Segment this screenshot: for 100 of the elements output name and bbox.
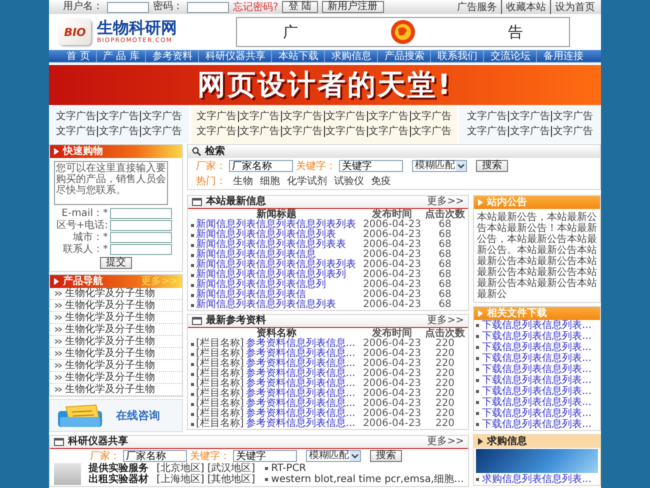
category-link[interactable]: 生物化学及分子生物 [65,312,155,323]
news-link[interactable]: 新闻信息列表信息列表信息列表表 [196,240,346,250]
category-link[interactable]: 生物化学及分子生物 [65,384,155,395]
top-link[interactable]: 广告服务 [457,0,497,14]
more-link[interactable]: 更多>> [427,196,464,208]
more-link[interactable]: 更多>> [427,315,464,327]
hot-keyword-link[interactable]: 细胞 [260,176,280,187]
nav-link[interactable]: 产品搜索 [377,50,430,62]
reference-link[interactable]: 参考资料信息列表信息... [246,379,356,389]
news-link[interactable]: 新闻信息列表信息列表信息列表 [196,230,336,240]
top-link[interactable]: 设为首页 [550,0,595,14]
reference-link[interactable]: 参考资料信息列表信息... [246,409,356,419]
text-ad-link[interactable]: 文字广告 [410,111,452,122]
category-link[interactable]: 生物化学及分子生物 [65,288,155,299]
nav-link[interactable]: 首 页 [60,50,96,62]
news-link[interactable]: 新闻信息列表信息列表信息列 [196,280,326,290]
submit-button[interactable]: 提交 [100,257,132,269]
login-button[interactable]: 登 陆 [282,1,318,13]
text-ad-link[interactable]: 文字广告 [140,111,183,122]
text-ad-link[interactable]: 文字广告 [366,111,410,122]
news-link[interactable]: 新闻信息列表信息列表信息列表 [196,300,336,310]
region-link[interactable]: [北京地区] [156,463,204,474]
news-link[interactable]: 新闻信息列表信息列表信息列表列表 [196,260,356,270]
nav-link[interactable]: 求购信息 [324,50,378,62]
reference-link[interactable]: 参考资料信息列表信息... [246,339,356,349]
reference-link[interactable]: 参考资料信息列表信息... [246,399,356,409]
more-link[interactable]: 更多>> [427,436,464,448]
category-link[interactable]: 生物化学及分子生物 [65,348,155,359]
news-link[interactable]: 新闻信息列表信息列表信息列表列表 [196,220,356,230]
category-link[interactable]: 生物化学及分子生物 [65,336,155,347]
news-link[interactable]: 新闻信息列表信息列表信 [196,290,306,300]
nav-link[interactable]: 科研仪器共享 [198,50,272,62]
text-ad-link[interactable]: 文字广告 [140,126,183,137]
reference-link[interactable]: 参考资料信息列表信息... [246,369,356,379]
instrument-link[interactable]: RT-PCR [271,463,306,474]
text-ad-link[interactable]: 文字广告 [55,126,97,137]
password-field[interactable] [187,2,229,12]
region-link[interactable]: [上海地区] [156,474,204,485]
hot-keyword-link[interactable]: 生物 [233,176,253,187]
input-field[interactable] [110,220,172,231]
nav-link[interactable]: 联系我们 [430,50,484,62]
reference-link[interactable]: 参考资料信息列表信息... [246,349,356,359]
news-link[interactable]: 新闻信息列表信息列表信息列表列 [196,270,346,280]
input-field[interactable] [110,244,172,255]
text-ad-link[interactable]: 文字广告 [280,111,324,122]
input-field[interactable] [110,208,172,219]
region-link[interactable]: [其他地区] [207,474,256,485]
nav-link[interactable]: 备用连接 [536,50,590,62]
top-link[interactable]: 收藏本站 [501,0,546,14]
category-link[interactable]: 生物化学及分子生物 [65,372,155,383]
download-link[interactable]: 下载信息列表信息列表... [482,332,592,342]
text-ad-link[interactable]: 文字广告 [97,126,140,137]
nav-link[interactable]: 参考资料 [145,50,198,62]
register-button[interactable]: 新用户注册 [322,1,384,13]
download-link[interactable]: 下载信息列表信息列表... [482,342,592,352]
message-field[interactable]: 您可以在这里直接输入要购买的产品，销售人员会尽快与您联系。 [54,161,168,205]
hot-keyword-link[interactable]: 免疫 [371,176,391,187]
download-link[interactable]: 下载信息列表信息列表... [482,386,592,396]
text-ad-link[interactable]: 文字广告 [324,126,366,137]
search-button[interactable]: 搜索 [370,450,402,462]
category-link[interactable]: 生物化学及分子生物 [65,300,155,311]
download-link[interactable]: 下载信息列表信息列表... [482,420,592,430]
download-link[interactable]: 下载信息列表信息列表... [482,376,592,386]
text-ad-link[interactable]: 文字广告 [508,126,551,137]
reference-link[interactable]: 参考资料信息列表信息... [246,359,356,369]
text-ad-link[interactable]: 文字广告 [238,126,280,137]
text-ad-link[interactable]: 文字广告 [55,111,97,122]
match-mode-dropdown[interactable]: 模糊匹配 [306,450,361,462]
region-link[interactable]: [武汉地区] [207,463,256,474]
text-ad-link[interactable]: 文字广告 [238,111,280,122]
match-mode-dropdown[interactable]: 模糊匹配 [412,160,467,172]
forgot-password-link[interactable]: 忘记密码? [233,0,278,14]
category-link[interactable]: 生物化学及分子生物 [65,360,155,371]
text-ad-link[interactable]: 文字广告 [97,111,140,122]
hot-keyword-link[interactable]: 试验仪 [334,176,364,187]
instrument-link[interactable]: western blot,real time pcr,emsa,细胞… [271,474,464,485]
category-link[interactable]: 生物化学及分子生物 [65,324,155,335]
nav-link[interactable]: 本站下载 [271,50,324,62]
nav-link[interactable]: 交流论坛 [483,50,536,62]
text-ad-link[interactable]: 文字广告 [410,126,452,137]
service-link[interactable]: 提供实验服务 [88,463,149,474]
text-ad-link[interactable]: 文字广告 [466,111,508,122]
input-field[interactable] [110,232,172,243]
search-button[interactable]: 搜索 [476,160,508,172]
download-link[interactable]: 下载信息列表信息列表... [482,320,592,330]
text-ad-link[interactable]: 文字广告 [280,126,324,137]
download-link[interactable]: 下载信息列表信息列表... [482,408,592,418]
news-link[interactable]: 新闻信息列表信息列表信息 [196,250,316,260]
service-link[interactable]: 出租实验器材 [88,474,149,485]
nav-link[interactable]: 产 品 库 [96,50,146,62]
text-ad-link[interactable]: 文字广告 [508,111,551,122]
online-consult-link[interactable]: 在线咨询 [116,408,160,423]
hot-keyword-link[interactable]: 化学试剂 [287,176,327,187]
username-field[interactable] [107,2,149,12]
purchase-link[interactable]: 求购信息列表信息列表... [482,474,592,484]
reference-link[interactable]: 参考资料信息列表信息... [246,419,356,429]
text-ad-link[interactable]: 文字广告 [196,111,238,122]
text-ad-link[interactable]: 文字广告 [324,111,366,122]
text-ad-link[interactable]: 文字广告 [196,126,238,137]
reference-link[interactable]: 参考资料信息列表信息... [246,389,356,399]
